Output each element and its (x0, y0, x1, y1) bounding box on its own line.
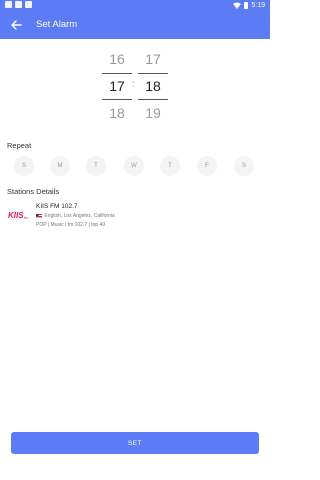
notification-icons (5, 1, 32, 8)
arrow-left-icon[interactable] (8, 17, 24, 33)
hour-selection-line (102, 99, 132, 100)
notification-icon (15, 1, 22, 8)
hour-wheel[interactable]: 16 17 18 (102, 48, 132, 126)
station-location: English, Los Angeles, California (36, 213, 115, 219)
stations-label: Stations Details (7, 187, 60, 196)
minute-selection-line (138, 99, 168, 100)
day-toggle-sunday[interactable]: S (14, 156, 34, 176)
hour-selected[interactable]: 17 (102, 78, 132, 94)
hour-selection-line (102, 73, 132, 74)
set-button[interactable]: SET (11, 432, 259, 454)
page-title: Set Alarm (36, 19, 78, 30)
hour-prev[interactable]: 16 (102, 51, 132, 67)
station-logo: KIIS fm (8, 211, 29, 220)
status-time: 5:19 (251, 2, 265, 9)
hour-next[interactable]: 18 (102, 105, 132, 121)
wifi-icon (233, 2, 242, 9)
day-toggle-monday[interactable]: M (50, 156, 70, 176)
day-toggle-wednesday[interactable]: W (124, 156, 144, 176)
minute-next[interactable]: 19 (138, 105, 168, 121)
day-toggle-thursday[interactable]: T (160, 156, 180, 176)
us-flag-icon (36, 213, 42, 218)
notification-icon (25, 1, 32, 8)
notification-icon (5, 1, 12, 8)
time-picker: 16 17 18 : 17 18 19 (0, 48, 270, 126)
day-toggle-friday[interactable]: F (197, 156, 217, 176)
status-right: 5:19 (233, 0, 265, 11)
station-location-text: English, Los Angeles, California (44, 213, 115, 219)
station-tags: POP | Music | fm 102.7 | top 40 (36, 222, 106, 228)
day-toggle-tuesday[interactable]: T (86, 156, 106, 176)
station-item[interactable]: KIIS fm KIIS FM 102.7 English, Los Angel… (7, 203, 263, 233)
app-bar: Set Alarm (0, 11, 270, 39)
station-name: KIIS FM 102.7 (36, 203, 78, 210)
repeat-days: S M T W T F S (0, 156, 270, 176)
repeat-label: Repeat (7, 141, 32, 150)
minute-selection-line (138, 73, 168, 74)
minute-selected[interactable]: 18 (138, 78, 168, 94)
status-bar: 5:19 (0, 0, 270, 11)
battery-icon (244, 2, 249, 9)
station-logo-text: KIIS (8, 211, 24, 220)
time-separator: : (132, 79, 135, 89)
minute-wheel[interactable]: 17 18 19 (138, 48, 168, 126)
svg-text:fm: fm (24, 215, 29, 220)
day-toggle-saturday[interactable]: S (234, 156, 254, 176)
minute-prev[interactable]: 17 (138, 51, 168, 67)
